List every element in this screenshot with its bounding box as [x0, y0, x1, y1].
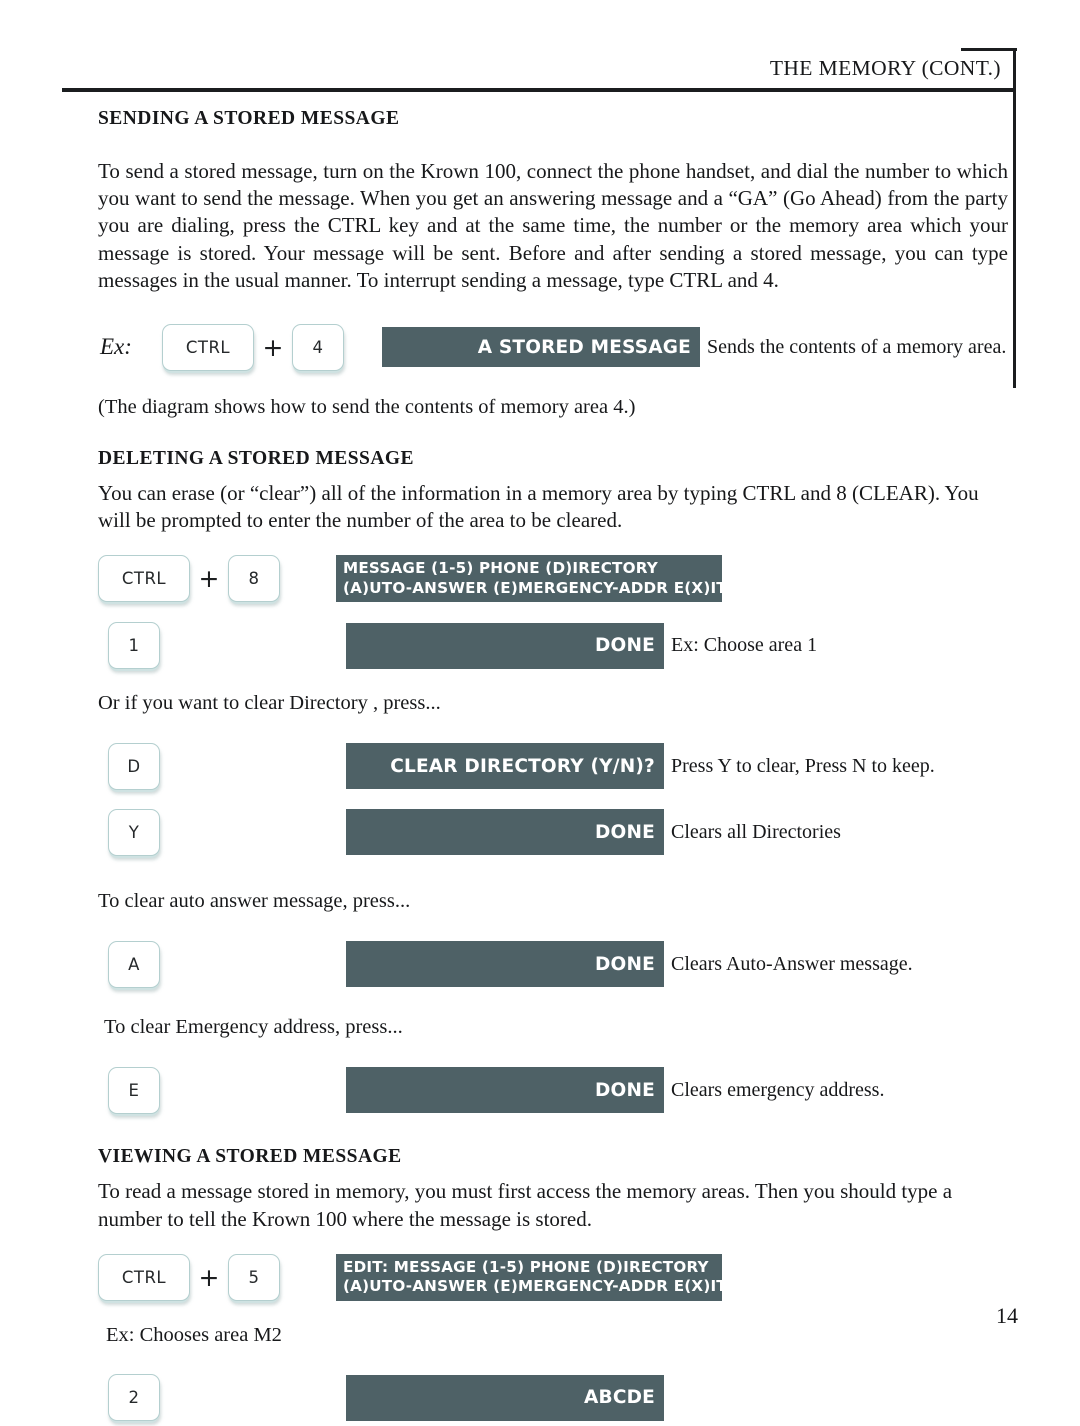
key-y[interactable]: Y	[108, 808, 160, 856]
display-panel-edit-menu: EDIT: MESSAGE (1-5) PHONE (D)IRECTORY (A…	[336, 1253, 727, 1301]
key-2[interactable]: 2	[108, 1374, 160, 1422]
lead-clear-directory: Or if you want to clear Directory , pres…	[98, 692, 441, 715]
key-4[interactable]: 4	[292, 323, 344, 371]
page-number: 14	[996, 1303, 1018, 1328]
display-panel-line-2: (A)UTO-ANSWER (E)MERGENCY-ADDR E(X)IT	[343, 1277, 727, 1296]
display-panel-text: ABCDE	[584, 1387, 655, 1409]
lead-clear-emergency-address: To clear Emergency address, press...	[104, 1016, 403, 1039]
key-group-ctrl-8: CTRL + 8	[98, 555, 318, 603]
paragraph-sending: To send a stored message, turn on the Kr…	[98, 159, 1008, 292]
key-group-y: Y	[98, 808, 328, 856]
heading-sending-a-stored-message: SENDING A STORED MESSAGE	[98, 108, 400, 129]
key-8[interactable]: 8	[228, 555, 280, 603]
diagram-row-delete-ctrl-8: CTRL + 8 MESSAGE (1-5) PHONE (D)IRECTORY…	[98, 550, 1008, 607]
key-group-1: 1	[98, 622, 328, 670]
diagram-row-choose-area-1: 1 DONE Ex: Choose area 1	[98, 617, 1008, 674]
diagram-row-send-ctrl-4: Ex: CTRL + 4 A STORED MESSAGE Sends the …	[98, 316, 1008, 378]
key-group-a: A	[98, 940, 328, 988]
display-panel-done: DONE	[346, 941, 664, 988]
caption-choose-area-1: Ex: Choose area 1	[671, 634, 818, 657]
display-panel-text: A STORED MESSAGE	[477, 336, 691, 358]
page-content: SENDING A STORED MESSAGE To send a store…	[98, 108, 1008, 1426]
display-panel-line-1: MESSAGE (1-5) PHONE (D)IRECTORY	[343, 559, 658, 578]
display-panel-line-2: (A)UTO-ANSWER (E)MERGENCY-ADDR E(X)IT	[343, 578, 727, 597]
display-panel-text: DONE	[594, 1079, 655, 1101]
header-top-cap-rule	[961, 48, 1017, 51]
key-group-ctrl-4: CTRL + 4	[162, 323, 344, 371]
display-panel-text: DONE	[594, 953, 655, 975]
plus-sign-icon: +	[198, 1262, 220, 1292]
heading-deleting-a-stored-message: DELETING A STORED MESSAGE	[98, 448, 414, 470]
display-panel-line-1: EDIT: MESSAGE (1-5) PHONE (D)IRECTORY	[343, 1257, 709, 1276]
key-ctrl[interactable]: CTRL	[98, 555, 190, 603]
key-group-d: D	[98, 742, 328, 790]
caption-sends-contents: Sends the contents of a memory area.	[707, 335, 1007, 358]
lead-clear-auto-answer: To clear auto answer message, press...	[98, 890, 411, 913]
key-d[interactable]: D	[108, 742, 160, 790]
key-ctrl[interactable]: CTRL	[98, 1253, 190, 1301]
diagram-row-clear-emergency-address: E DONE Clears emergency address.	[98, 1062, 1008, 1118]
key-ctrl[interactable]: CTRL	[162, 323, 254, 371]
key-group-ctrl-5: CTRL + 5	[98, 1253, 318, 1301]
display-panel-memory-menu: MESSAGE (1-5) PHONE (D)IRECTORY (A)UTO-A…	[336, 555, 727, 603]
caption-clears-all-directories: Clears all Directories	[671, 820, 841, 843]
key-group-e: E	[98, 1066, 328, 1114]
diagram-row-clear-directory-prompt: D CLEAR DIRECTORY (Y/N)? Press Y to clea…	[98, 738, 1008, 794]
heading-viewing-a-stored-message: VIEWING A STORED MESSAGE	[98, 1146, 402, 1168]
display-panel-abcde: ABCDE	[346, 1374, 664, 1421]
diagram-row-clear-auto-answer: A DONE Clears Auto-Answer message.	[98, 936, 1008, 992]
note-diagram-memory-area-4: (The diagram shows how to send the conte…	[98, 396, 636, 419]
example-label-sending: Ex:	[100, 334, 132, 360]
paragraph-viewing: To read a message stored in memory, you …	[98, 1179, 953, 1231]
display-panel-a-stored-message: A STORED MESSAGE	[382, 327, 700, 368]
display-panel-done: DONE	[346, 809, 664, 856]
diagram-row-clear-directory-done: Y DONE Clears all Directories	[98, 804, 1008, 860]
right-vertical-rule	[1013, 48, 1016, 388]
paragraph-deleting: You can erase (or “clear”) all of the in…	[98, 481, 979, 533]
page-header: THE MEMORY (CONT.)	[0, 48, 1017, 100]
display-panel-clear-directory: CLEAR DIRECTORY (Y/N)?	[346, 743, 664, 790]
plus-sign-icon: +	[262, 332, 284, 362]
diagram-row-view-abcde: 2 ABCDE	[98, 1370, 1008, 1426]
display-panel-text: DONE	[594, 635, 655, 657]
key-e[interactable]: E	[108, 1066, 160, 1114]
display-panel-text: DONE	[594, 821, 655, 843]
header-title: THE MEMORY (CONT.)	[769, 56, 1001, 80]
display-panel-done: DONE	[346, 1067, 664, 1114]
caption-clears-auto-answer: Clears Auto-Answer message.	[671, 952, 913, 975]
caption-press-y-or-n: Press Y to clear, Press N to keep.	[671, 754, 935, 777]
caption-clears-emergency-address: Clears emergency address.	[671, 1078, 885, 1101]
display-panel-done: DONE	[346, 622, 664, 669]
key-group-2: 2	[98, 1374, 328, 1422]
plus-sign-icon: +	[198, 564, 220, 594]
key-5[interactable]: 5	[228, 1253, 280, 1301]
display-panel-text: CLEAR DIRECTORY (Y/N)?	[390, 755, 655, 777]
header-horizontal-rule	[62, 88, 1015, 92]
lead-chooses-area-m2: Ex: Chooses area M2	[106, 1323, 282, 1346]
key-1[interactable]: 1	[108, 622, 160, 670]
document-page: THE MEMORY (CONT.) SENDING A STORED MESS…	[0, 0, 1080, 1422]
diagram-row-view-ctrl-5: CTRL + 5 EDIT: MESSAGE (1-5) PHONE (D)IR…	[98, 1249, 1008, 1306]
key-a[interactable]: A	[108, 940, 160, 988]
